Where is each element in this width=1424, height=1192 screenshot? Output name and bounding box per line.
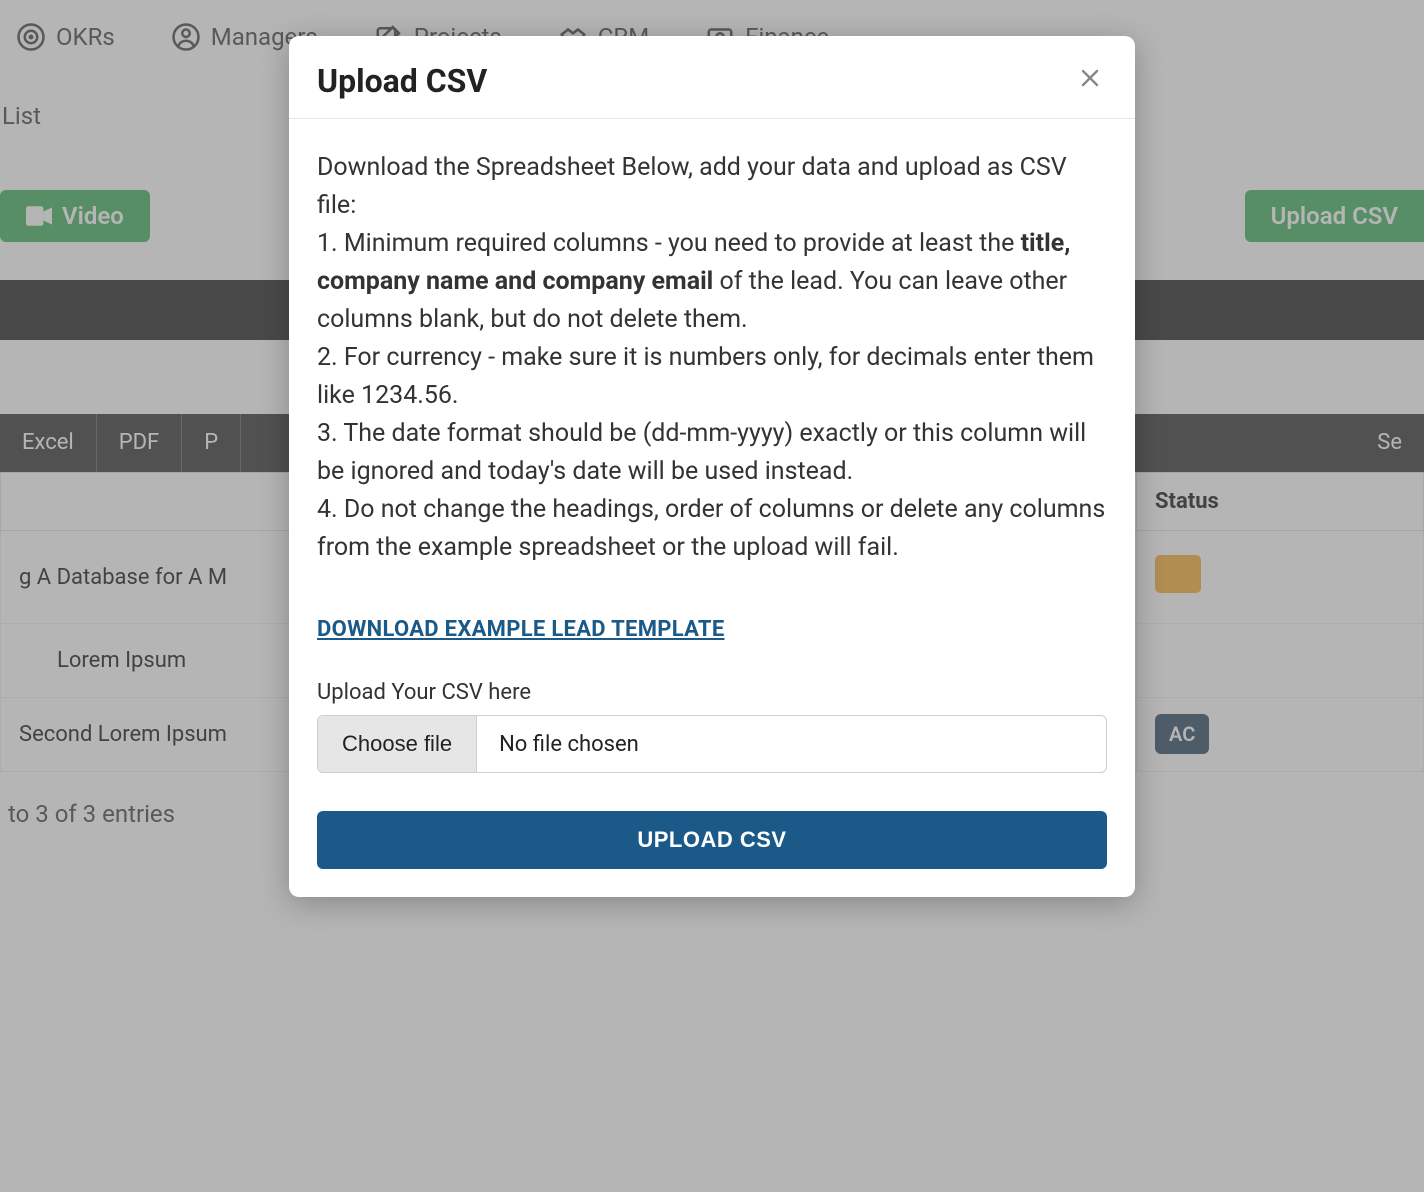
- rule1-prefix: 1. Minimum required columns - you need t…: [317, 229, 1021, 258]
- upload-csv-modal: Upload CSV Download the Spreadsheet Belo…: [289, 36, 1135, 897]
- upload-csv-submit-button[interactable]: UPLOAD CSV: [317, 811, 1107, 869]
- file-input-row: Choose file No file chosen: [317, 715, 1107, 773]
- close-button[interactable]: [1073, 64, 1107, 98]
- modal-intro: Download the Spreadsheet Below, add your…: [317, 149, 1107, 225]
- modal-body: Download the Spreadsheet Below, add your…: [289, 119, 1135, 897]
- modal-rule-3: 3. The date format should be (dd-mm-yyyy…: [317, 415, 1107, 491]
- download-template-link[interactable]: DOWNLOAD EXAMPLE LEAD TEMPLATE: [317, 613, 725, 646]
- modal-rule-4: 4. Do not change the headings, order of …: [317, 491, 1107, 567]
- modal-title: Upload CSV: [317, 62, 487, 100]
- modal-rule-2: 2. For currency - make sure it is number…: [317, 339, 1107, 415]
- modal-header: Upload CSV: [289, 36, 1135, 119]
- file-status: No file chosen: [477, 716, 1106, 772]
- modal-overlay[interactable]: Upload CSV Download the Spreadsheet Belo…: [0, 0, 1424, 1192]
- upload-label: Upload Your CSV here: [317, 676, 1107, 709]
- close-icon: [1078, 66, 1102, 90]
- modal-rule-1: 1. Minimum required columns - you need t…: [317, 225, 1107, 339]
- choose-file-button[interactable]: Choose file: [318, 716, 477, 772]
